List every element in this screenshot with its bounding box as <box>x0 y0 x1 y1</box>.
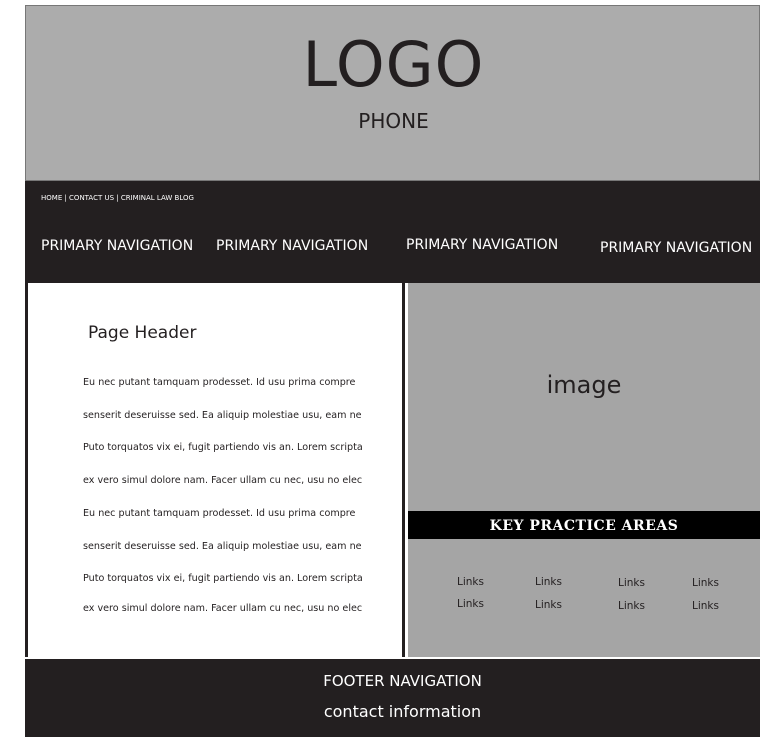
utility-nav[interactable]: HOME | CONTACT US | CRIMINAL LAW BLOG <box>41 194 194 203</box>
practice-link[interactable]: Links <box>535 599 562 612</box>
logo[interactable]: LOGO <box>26 34 760 96</box>
key-practice-areas-title: KEY PRACTICE AREAS <box>489 518 679 534</box>
image-label: image <box>546 371 622 399</box>
primary-nav-item-2[interactable]: PRIMARY NAVIGATION <box>216 238 368 255</box>
paragraph-line: ex vero simul dolore nam. Facer ullam cu… <box>83 475 363 486</box>
primary-nav-item-1[interactable]: PRIMARY NAVIGATION <box>41 238 193 255</box>
practice-link[interactable]: Links <box>692 600 719 613</box>
practice-link[interactable]: Links <box>618 600 645 613</box>
main-content: Page Header Eu nec putant tamquam prodes… <box>25 283 405 657</box>
practice-link[interactable]: Links <box>618 577 645 590</box>
paragraph-line: Eu nec putant tamquam prodesset. Id usu … <box>83 508 356 519</box>
paragraph-line: Puto torquatos vix ei, fugit partiendo v… <box>83 442 363 453</box>
primary-nav-item-4[interactable]: PRIMARY NAVIGATION <box>600 240 752 257</box>
phone-number[interactable]: PHONE <box>26 109 760 133</box>
site-footer: FOOTER NAVIGATION contact information <box>25 659 760 737</box>
site-header: LOGO PHONE <box>25 5 760 181</box>
paragraph-line: senserit deseruisse sed. Ea aliquip mole… <box>83 410 362 421</box>
image-placeholder: image <box>408 283 760 511</box>
primary-nav-item-3[interactable]: PRIMARY NAVIGATION <box>406 237 558 254</box>
page-wireframe: LOGO PHONE HOME | CONTACT US | CRIMINAL … <box>25 5 760 737</box>
footer-navigation[interactable]: FOOTER NAVIGATION <box>25 672 760 690</box>
practice-link[interactable]: Links <box>535 576 562 589</box>
paragraph-line: ex vero simul dolore nam. Facer ullam cu… <box>83 603 363 614</box>
paragraph-line: Eu nec putant tamquam prodesset. Id usu … <box>83 377 356 388</box>
practice-link[interactable]: Links <box>457 598 484 611</box>
practice-link[interactable]: Links <box>692 577 719 590</box>
practice-links-panel: Links Links Links Links Links Links Link… <box>408 539 760 657</box>
footer-contact-info: contact information <box>323 702 482 721</box>
key-practice-areas-bar: KEY PRACTICE AREAS <box>408 511 760 539</box>
page-header: Page Header <box>88 323 197 343</box>
paragraph-line: Puto torquatos vix ei, fugit partiendo v… <box>83 573 363 584</box>
paragraph-line: senserit deseruisse sed. Ea aliquip mole… <box>83 541 362 552</box>
navigation-bar: HOME | CONTACT US | CRIMINAL LAW BLOG PR… <box>25 181 760 283</box>
practice-link[interactable]: Links <box>457 576 484 589</box>
